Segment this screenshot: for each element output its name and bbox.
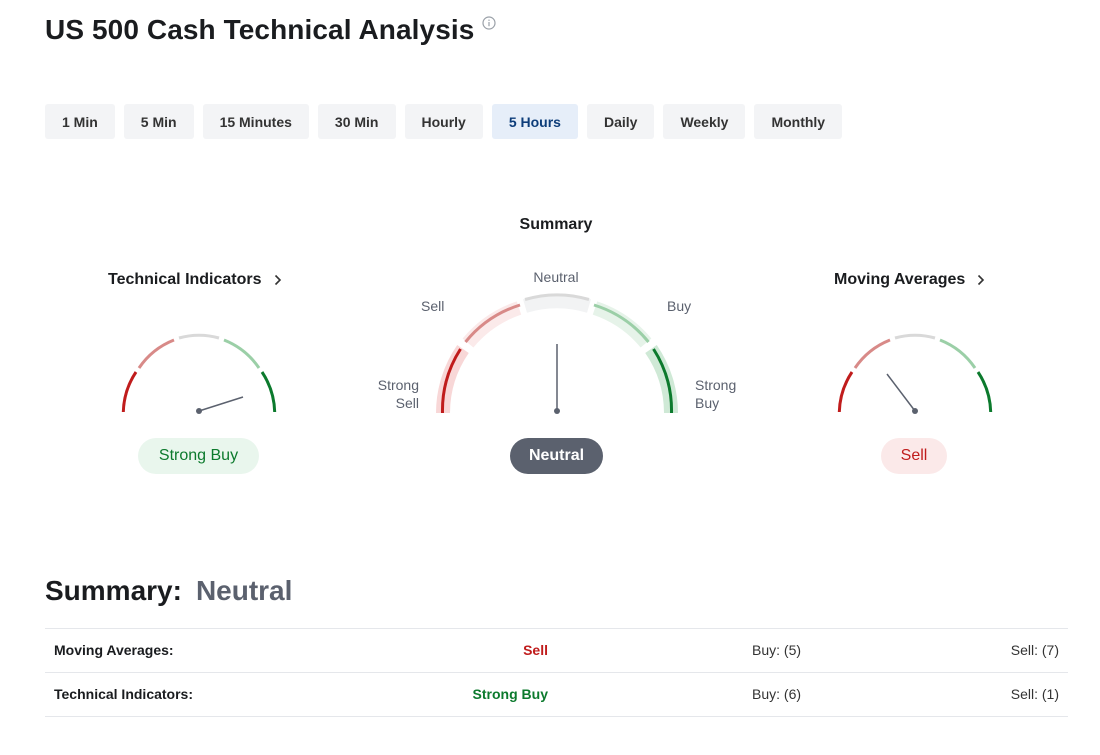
tab-weekly[interactable]: Weekly [663,104,746,139]
chevron-right-icon [274,274,281,286]
row-buy-count: Buy: (5) [752,642,802,658]
summary-table: Moving Averages: Sell Buy: (5) Sell: (7)… [45,628,1068,717]
chevron-right-icon [978,274,985,286]
label-strong-buy: Strong Buy [695,377,737,411]
row-status: Sell [523,642,548,658]
table-row: Moving Averages: Sell Buy: (5) Sell: (7) [45,629,1068,673]
tab-30-min[interactable]: 30 Min [317,104,396,139]
technical-indicators-link[interactable]: Technical Indicators [108,271,282,289]
technical-indicators-result: Strong Buy [138,438,259,474]
technical-indicators-gauge [121,333,277,414]
summary-value: Neutral [195,575,293,606]
tab-hourly[interactable]: Hourly [404,104,483,139]
label-neutral: Neutral [533,269,579,285]
summary-line: Summary: Neutral [45,575,292,607]
moving-averages-title: Moving Averages [834,271,966,288]
summary-gauge-heading: Summary [519,216,593,233]
row-status: Strong Buy [472,686,548,702]
page-title: US 500 Cash Technical Analysis [45,14,475,45]
tab-daily[interactable]: Daily [586,104,655,139]
moving-averages-gauge [837,333,993,414]
timeframe-tabs: 1 Min 5 Min 15 Minutes 30 Min Hourly 5 H… [45,104,851,139]
row-buy-count: Buy: (6) [752,686,802,702]
row-name: Moving Averages: [54,642,174,658]
table-row: Technical Indicators: Strong Buy Buy: (6… [45,673,1068,717]
technical-indicators-title: Technical Indicators [108,271,262,288]
tab-5-min[interactable]: 5 Min [123,104,194,139]
summary-gauge [436,293,678,414]
row-sell-count: Sell: (7) [1010,642,1059,658]
moving-averages-link[interactable]: Moving Averages [834,271,985,289]
tab-15-minutes[interactable]: 15 Minutes [202,104,309,139]
tab-5-hours[interactable]: 5 Hours [491,104,578,139]
row-sell-count: Sell: (1) [1010,686,1059,702]
tab-monthly[interactable]: Monthly [754,104,843,139]
row-name: Technical Indicators: [54,686,193,702]
moving-averages-result: Sell [881,438,947,474]
tab-1-min[interactable]: 1 Min [45,104,115,139]
info-icon[interactable] [482,16,497,30]
summary-gauge-result: Neutral [510,438,603,474]
summary-label: Summary: [45,575,182,606]
label-strong-sell: Strong Sell [377,377,419,411]
title-row: US 500 Cash Technical Analysis [45,14,497,46]
